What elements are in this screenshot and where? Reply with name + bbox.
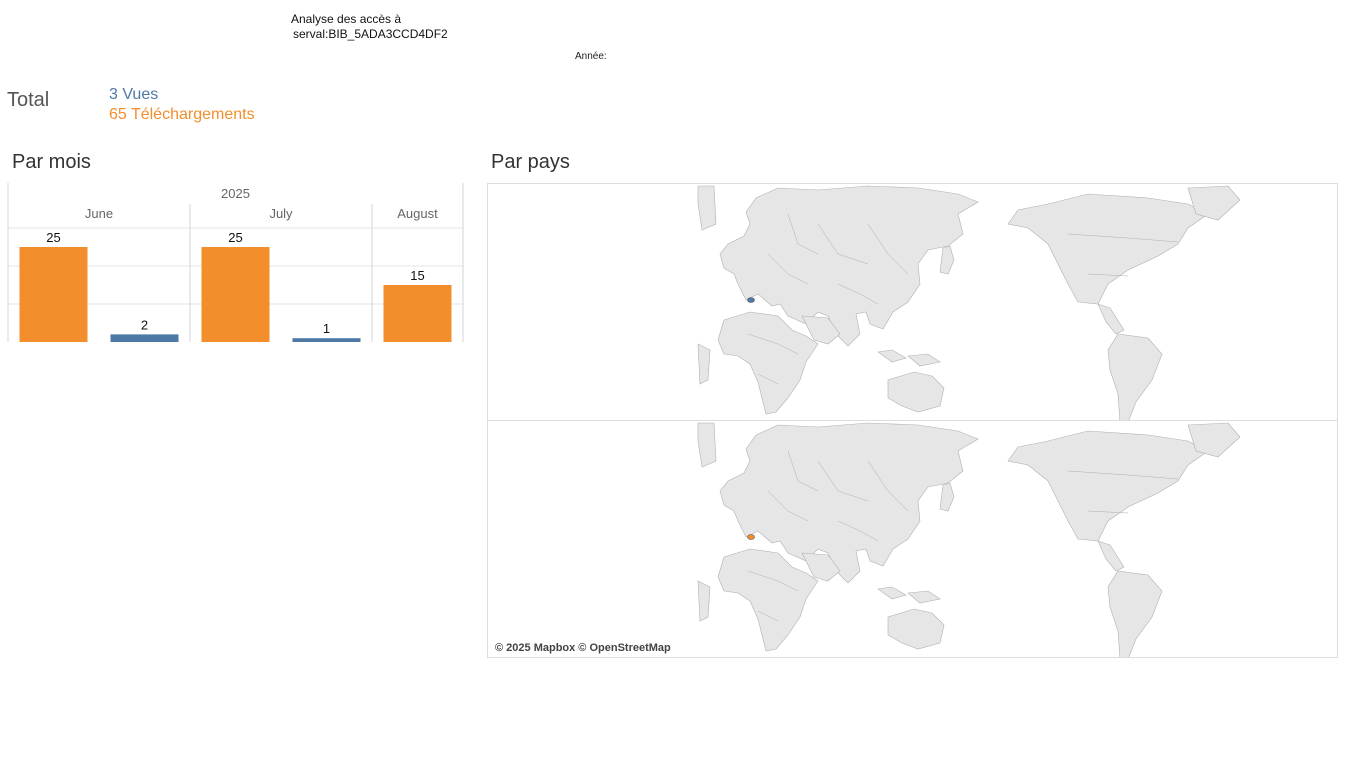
total-downloads: 65 Téléchargements bbox=[109, 106, 255, 123]
landmass bbox=[939, 245, 955, 275]
landmass bbox=[877, 349, 907, 363]
map-landmass-group bbox=[697, 185, 1241, 420]
landmass bbox=[887, 608, 945, 650]
year-header-label: 2025 bbox=[221, 186, 250, 201]
total-views: 3 Vues bbox=[109, 86, 159, 103]
monthly-section-title: Par mois bbox=[12, 151, 91, 173]
bar-value-label: 1 bbox=[323, 321, 330, 336]
landmass bbox=[1097, 540, 1125, 572]
landmass bbox=[907, 590, 941, 604]
bar-downloads-july[interactable] bbox=[201, 247, 270, 342]
landmass bbox=[717, 311, 819, 415]
dashboard-title: Analyse des accès à serval:BIB_5ADA3CCD4… bbox=[291, 12, 448, 42]
landmass bbox=[697, 580, 711, 622]
month-label-july: July bbox=[269, 206, 293, 221]
month-label-august: August bbox=[397, 206, 438, 221]
landmass bbox=[1007, 193, 1209, 305]
map-attribution[interactable]: © 2025 Mapbox © OpenStreetMap bbox=[495, 642, 671, 654]
landmass bbox=[939, 482, 955, 512]
highlighted-country[interactable] bbox=[747, 297, 755, 303]
landmass bbox=[877, 586, 907, 600]
bar-value-label: 2 bbox=[141, 317, 148, 332]
year-filter-label[interactable]: Année: bbox=[575, 51, 607, 62]
dashboard-title-line1: Analyse des accès à bbox=[291, 12, 402, 26]
world-map-downloads[interactable] bbox=[488, 421, 1338, 658]
total-label: Total bbox=[7, 89, 50, 111]
map-panel-views[interactable] bbox=[487, 183, 1338, 421]
landmass bbox=[907, 353, 941, 367]
world-map-views[interactable] bbox=[488, 184, 1338, 421]
country-section-title: Par pays bbox=[491, 151, 570, 173]
monthly-bar-chart[interactable]: 2025 June July August 25 2 25 1 15 bbox=[0, 180, 470, 350]
bar-value-label: 15 bbox=[410, 268, 424, 283]
month-label-june: June bbox=[85, 206, 113, 221]
landmass bbox=[1107, 570, 1163, 657]
bar-value-label: 25 bbox=[228, 230, 242, 245]
landmass bbox=[697, 343, 711, 385]
map-panel-downloads[interactable]: © 2025 Mapbox © OpenStreetMap bbox=[487, 420, 1338, 658]
landmass bbox=[1097, 303, 1125, 335]
landmass bbox=[697, 422, 717, 468]
landmass bbox=[1107, 333, 1163, 420]
landmass bbox=[717, 548, 819, 652]
bar-views-july[interactable] bbox=[292, 338, 361, 342]
landmass bbox=[697, 185, 717, 231]
bar-views-june[interactable] bbox=[110, 334, 179, 342]
map-landmass-group bbox=[697, 422, 1241, 657]
dashboard-title-line2: serval:BIB_5ADA3CCD4DF2 bbox=[293, 27, 448, 41]
bar-downloads-august[interactable] bbox=[383, 285, 452, 342]
bar-downloads-june[interactable] bbox=[19, 247, 88, 342]
landmass bbox=[887, 371, 945, 413]
highlighted-country[interactable] bbox=[747, 534, 755, 540]
landmass bbox=[1007, 430, 1209, 542]
bar-value-label: 25 bbox=[46, 230, 60, 245]
